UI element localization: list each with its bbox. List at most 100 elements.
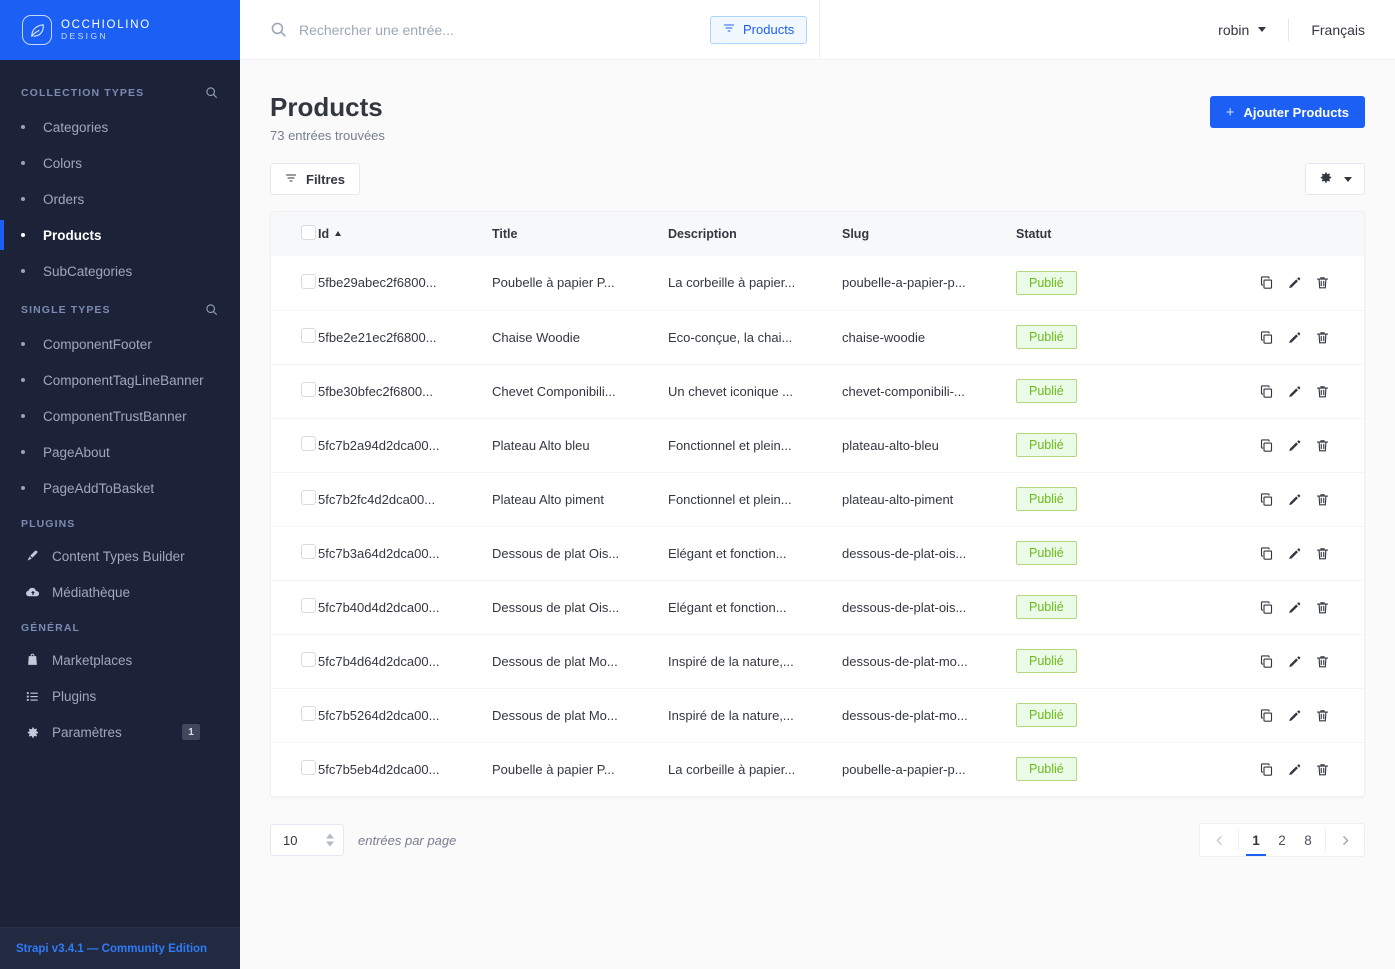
duplicate-icon[interactable] bbox=[1259, 330, 1274, 345]
column-header-description[interactable]: Description bbox=[668, 212, 842, 256]
filters-button[interactable]: Filtres bbox=[270, 163, 361, 196]
sidebar-item-subcategories[interactable]: SubCategories bbox=[0, 253, 240, 289]
row-checkbox[interactable] bbox=[301, 598, 316, 614]
delete-icon[interactable] bbox=[1315, 330, 1330, 345]
duplicate-icon[interactable] bbox=[1259, 600, 1274, 615]
table-settings-button[interactable] bbox=[1305, 163, 1365, 196]
duplicate-icon[interactable] bbox=[1259, 546, 1274, 561]
table-row[interactable]: 5fc7b2a94d2dca00... Plateau Alto bleu Fonc… bbox=[271, 418, 1364, 472]
sidebar-item-pageabout[interactable]: PageAbout bbox=[0, 434, 240, 470]
row-checkbox[interactable] bbox=[301, 382, 316, 398]
language-selector[interactable]: Français bbox=[1289, 22, 1365, 38]
page-number-1[interactable]: 1 bbox=[1243, 824, 1269, 857]
edit-icon[interactable] bbox=[1287, 275, 1302, 290]
duplicate-icon[interactable] bbox=[1259, 275, 1274, 290]
delete-icon[interactable] bbox=[1315, 600, 1330, 615]
edit-icon[interactable] bbox=[1287, 330, 1302, 345]
edit-icon[interactable] bbox=[1287, 492, 1302, 507]
content-type-chip[interactable]: Products bbox=[710, 15, 808, 44]
cell-description: Eco-conçue, la chai... bbox=[668, 329, 793, 345]
search-icon[interactable] bbox=[203, 84, 220, 101]
page-number-2[interactable]: 2 bbox=[1269, 824, 1295, 856]
sidebar-item-pageaddtobasket[interactable]: PageAddToBasket bbox=[0, 470, 240, 506]
row-checkbox[interactable] bbox=[301, 544, 316, 560]
status-badge: Publié bbox=[1016, 270, 1077, 295]
sidebar-footer: Strapi v3.4.1 — Community Edition bbox=[0, 927, 240, 969]
column-header-id[interactable]: Id bbox=[318, 212, 492, 256]
add-products-button[interactable]: + Ajouter Products bbox=[1209, 96, 1365, 128]
row-checkbox[interactable] bbox=[301, 652, 316, 668]
delete-icon[interactable] bbox=[1315, 762, 1330, 777]
table-row[interactable]: 5fbe2e21ec2f6800... Chaise Woodie Eco-conç… bbox=[271, 310, 1364, 364]
search-icon[interactable] bbox=[270, 21, 287, 38]
settings-badge: 1 bbox=[182, 724, 200, 740]
delete-icon[interactable] bbox=[1315, 708, 1330, 723]
search-input[interactable] bbox=[299, 21, 599, 38]
duplicate-icon[interactable] bbox=[1259, 708, 1274, 723]
table-row[interactable]: 5fc7b3a64d2dca00... Dessous de plat Ois..… bbox=[271, 526, 1364, 580]
edit-icon[interactable] bbox=[1287, 546, 1302, 561]
row-checkbox[interactable] bbox=[301, 760, 316, 776]
sidebar-item-componentfooter[interactable]: ComponentFooter bbox=[0, 326, 240, 362]
row-checkbox[interactable] bbox=[301, 273, 316, 289]
sidebar-item-categories[interactable]: Categories bbox=[0, 109, 240, 145]
sidebar-item-mediatheque[interactable]: Médiathèque bbox=[0, 574, 240, 610]
column-header-title[interactable]: Title bbox=[492, 212, 668, 256]
sidebar-item-content-types-builder[interactable]: Content Types Builder bbox=[0, 538, 240, 574]
delete-icon[interactable] bbox=[1315, 654, 1330, 669]
edit-icon[interactable] bbox=[1287, 654, 1302, 669]
duplicate-icon[interactable] bbox=[1259, 384, 1274, 399]
search-icon[interactable] bbox=[203, 301, 220, 318]
table-row[interactable]: 5fc7b2fc4d2dca00... Plateau Alto piment Fo… bbox=[271, 472, 1364, 526]
delete-icon[interactable] bbox=[1315, 275, 1330, 290]
duplicate-icon[interactable] bbox=[1259, 762, 1274, 777]
edit-icon[interactable] bbox=[1287, 438, 1302, 453]
delete-icon[interactable] bbox=[1315, 438, 1330, 453]
status-badge: Publié bbox=[1016, 433, 1077, 458]
table-row[interactable]: 5fc7b40d4d2dca00... Dessous de plat Ois..… bbox=[271, 580, 1364, 634]
select-all-checkbox[interactable] bbox=[301, 225, 316, 241]
edit-icon[interactable] bbox=[1287, 600, 1302, 615]
row-actions bbox=[1201, 330, 1364, 345]
sidebar-item-marketplaces[interactable]: Marketplaces bbox=[0, 642, 240, 678]
duplicate-icon[interactable] bbox=[1259, 654, 1274, 669]
table-row[interactable]: 5fbe30bfec2f6800... Chevet Componibili...… bbox=[271, 364, 1364, 418]
chevron-right-icon[interactable] bbox=[1326, 824, 1364, 856]
user-menu[interactable]: robin bbox=[1196, 22, 1288, 38]
duplicate-icon[interactable] bbox=[1259, 492, 1274, 507]
filter-icon bbox=[723, 22, 735, 37]
sidebar-item-products[interactable]: Products bbox=[0, 217, 240, 253]
sidebar-item-componenttaglinebanner[interactable]: ComponentTagLineBanner bbox=[0, 362, 240, 398]
edit-icon[interactable] bbox=[1287, 384, 1302, 399]
sidebar-item-colors[interactable]: Colors bbox=[0, 145, 240, 181]
row-checkbox[interactable] bbox=[301, 436, 316, 452]
sidebar-item-componenttrustbanner[interactable]: ComponentTrustBanner bbox=[0, 398, 240, 434]
strapi-version-label[interactable]: Strapi v3.4.1 — Community Edition bbox=[16, 943, 207, 955]
column-header-statut[interactable]: Statut bbox=[1016, 212, 1201, 256]
duplicate-icon[interactable] bbox=[1259, 438, 1274, 453]
cell-statut: Publié bbox=[1016, 580, 1201, 634]
table-row[interactable]: 5fbe29abec2f6800... Poubelle à papier P..… bbox=[271, 256, 1364, 310]
edit-icon[interactable] bbox=[1287, 708, 1302, 723]
select-all-header bbox=[271, 212, 318, 256]
delete-icon[interactable] bbox=[1315, 546, 1330, 561]
table-row[interactable]: 5fc7b4d64d2dca00... Dessous de plat Mo...… bbox=[271, 634, 1364, 688]
delete-icon[interactable] bbox=[1315, 384, 1330, 399]
sidebar-item-parametres[interactable]: Paramètres 1 bbox=[0, 714, 240, 750]
delete-icon[interactable] bbox=[1315, 492, 1330, 507]
edit-icon[interactable] bbox=[1287, 762, 1302, 777]
sidebar-item-plugins[interactable]: Plugins bbox=[0, 678, 240, 714]
page-number-8[interactable]: 8 bbox=[1295, 824, 1321, 856]
column-header-slug[interactable]: Slug bbox=[842, 212, 1016, 256]
row-checkbox[interactable] bbox=[301, 706, 316, 722]
app-root: OCCHIOLINO DESIGN COLLECTION TYPES Categ… bbox=[0, 0, 1395, 969]
per-page-select[interactable]: 10 bbox=[270, 824, 344, 857]
logo-area[interactable]: OCCHIOLINO DESIGN bbox=[0, 0, 240, 60]
row-checkbox[interactable] bbox=[301, 328, 316, 344]
table-row[interactable]: 5fc7b5eb4d2dca00... Poubelle à papier P..… bbox=[271, 742, 1364, 796]
row-checkbox[interactable] bbox=[301, 490, 316, 506]
chevron-left-icon[interactable] bbox=[1200, 824, 1238, 856]
table-row[interactable]: 5fc7b5264d2dca00... Dessous de plat Mo...… bbox=[271, 688, 1364, 742]
sidebar-item-orders[interactable]: Orders bbox=[0, 181, 240, 217]
main-area: Products robin Français Products 73 entr… bbox=[240, 0, 1395, 969]
